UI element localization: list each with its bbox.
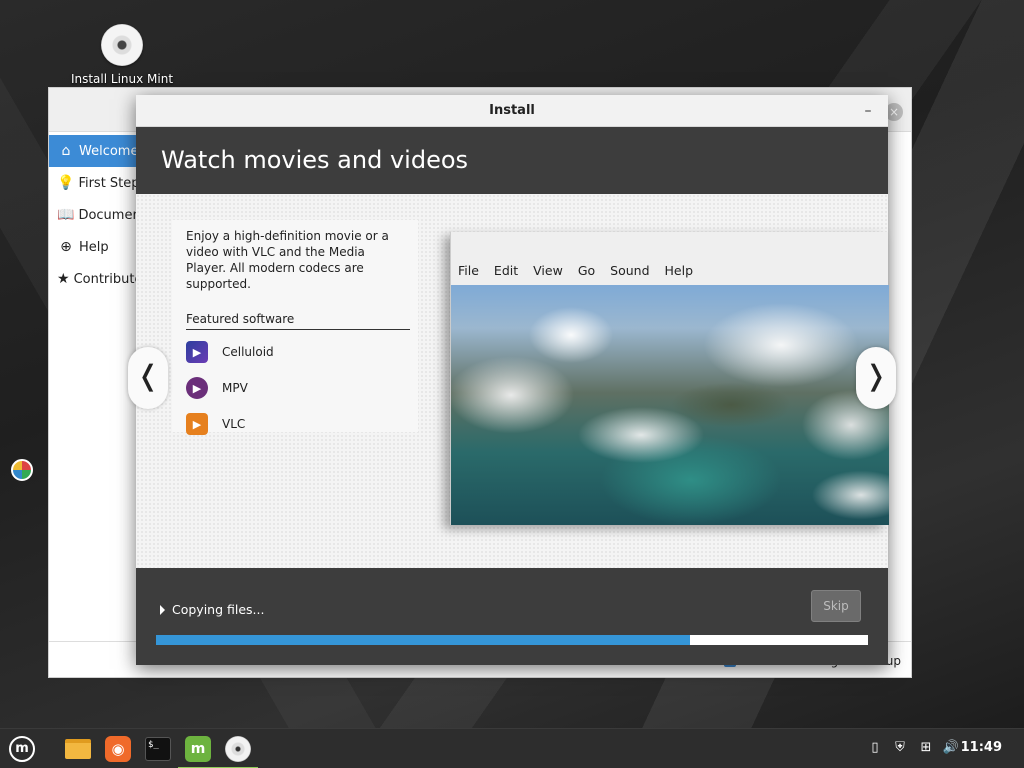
app-name: Celluloid — [222, 345, 274, 359]
sidebar-item-help[interactable]: ⊕ Help — [49, 231, 139, 263]
slide-title: Watch movies and videos — [136, 127, 888, 194]
shield-icon[interactable]: ⛨ — [891, 739, 909, 757]
status-expander[interactable]: Copying files... — [160, 602, 264, 617]
sidebar-item-label: Contribute — [73, 271, 139, 287]
star-icon: ★ — [57, 271, 70, 287]
lifebuoy-icon: ⊕ — [60, 239, 72, 255]
disc-icon — [225, 736, 251, 762]
next-slide-button[interactable]: ❭ — [856, 347, 896, 409]
volume-icon[interactable]: 🔊 — [942, 739, 960, 757]
slide-body: Enjoy a high-definition movie or a video… — [136, 194, 889, 568]
taskbar: m ◉ $_ m ▯ ⛨ ⊞ 🔊 11:49 — [0, 728, 1024, 768]
sidebar-item-contribute[interactable]: ★ Contribute — [49, 263, 139, 295]
minimize-button[interactable]: – — [860, 101, 876, 121]
list-item: ▶ VLC — [186, 406, 404, 442]
sidebar-item-first-steps[interactable]: 💡 First Steps — [49, 167, 139, 199]
sidebar-item-label: Welcome — [79, 143, 139, 159]
terminal-icon: $_ — [145, 737, 171, 761]
mint-menu-button[interactable]: m — [6, 733, 38, 765]
install-window-title: Install — [136, 95, 888, 127]
lightbulb-icon: 💡 — [57, 175, 75, 191]
welcome-sidebar: ⌂ Welcome 💡 First Steps 📖 Documentation … — [49, 135, 139, 295]
list-item: ▶ Celluloid — [186, 334, 404, 370]
menu-edit: Edit — [493, 263, 519, 278]
featured-apps-list: ▶ Celluloid ▶ MPV ▶ VLC — [186, 334, 404, 442]
notification-icon[interactable]: ▯ — [866, 739, 884, 757]
celluloid-icon: ▶ — [186, 341, 208, 363]
terminal-launcher[interactable]: $_ — [142, 733, 174, 765]
video-frame-image — [451, 285, 889, 525]
menu-go: Go — [577, 263, 596, 278]
folder-icon — [65, 739, 91, 759]
menu-help: Help — [664, 263, 694, 278]
progress-area: Copying files... Skip — [136, 568, 888, 665]
sidebar-item-label: First Steps — [78, 175, 139, 191]
installer-taskbar-item[interactable] — [218, 733, 258, 768]
media-player-screenshot: File Edit View Go Sound Help — [450, 232, 889, 525]
slide-text-panel: Enjoy a high-definition movie or a video… — [172, 220, 418, 435]
sidebar-item-documentation[interactable]: 📖 Documentation — [49, 199, 139, 231]
progress-bar-fill — [156, 635, 690, 645]
firefox-launcher[interactable]: ◉ — [102, 733, 134, 765]
desktop-icon-install-linux-mint[interactable]: Install Linux Mint — [62, 24, 182, 86]
previous-slide-button[interactable]: ❬ — [128, 347, 168, 409]
menu-view: View — [533, 263, 563, 278]
house-icon: ⌂ — [61, 143, 71, 159]
network-icon[interactable]: ⊞ — [917, 739, 935, 757]
firefox-icon: ◉ — [105, 736, 131, 762]
sidebar-item-label: Documentation — [78, 207, 139, 223]
mpv-icon: ▶ — [186, 377, 208, 399]
status-text: Copying files... — [172, 602, 265, 617]
clock[interactable]: 11:49 — [961, 740, 1002, 755]
install-window: Install – Watch movies and videos Enjoy … — [128, 95, 896, 665]
book-icon: 📖 — [57, 207, 75, 223]
app-name: MPV — [222, 381, 248, 395]
skip-button[interactable]: Skip — [811, 590, 861, 622]
disc-icon — [101, 24, 143, 66]
color-wheel-icon[interactable] — [11, 459, 33, 481]
player-menubar: File Edit View Go Sound Help — [458, 263, 708, 278]
files-launcher[interactable] — [62, 733, 94, 765]
sidebar-item-welcome[interactable]: ⌂ Welcome — [49, 135, 139, 167]
sidebar-item-label: Help — [79, 239, 109, 255]
expander-arrow-icon — [160, 604, 165, 615]
mint-logo-icon: m — [9, 736, 35, 762]
menu-file: File — [458, 263, 479, 278]
desktop-icon-label: Install Linux Mint — [70, 72, 174, 86]
app-name: VLC — [222, 417, 246, 431]
vlc-icon: ▶ — [186, 413, 208, 435]
list-item: ▶ MPV — [186, 370, 404, 406]
menu-sound: Sound — [610, 263, 650, 278]
featured-software-title: Featured software — [186, 312, 410, 330]
mint-welcome-icon: m — [185, 736, 211, 762]
welcome-taskbar-item[interactable]: m — [178, 733, 218, 768]
slide-description: Enjoy a high-definition movie or a video… — [186, 229, 389, 291]
progress-bar — [156, 635, 868, 645]
